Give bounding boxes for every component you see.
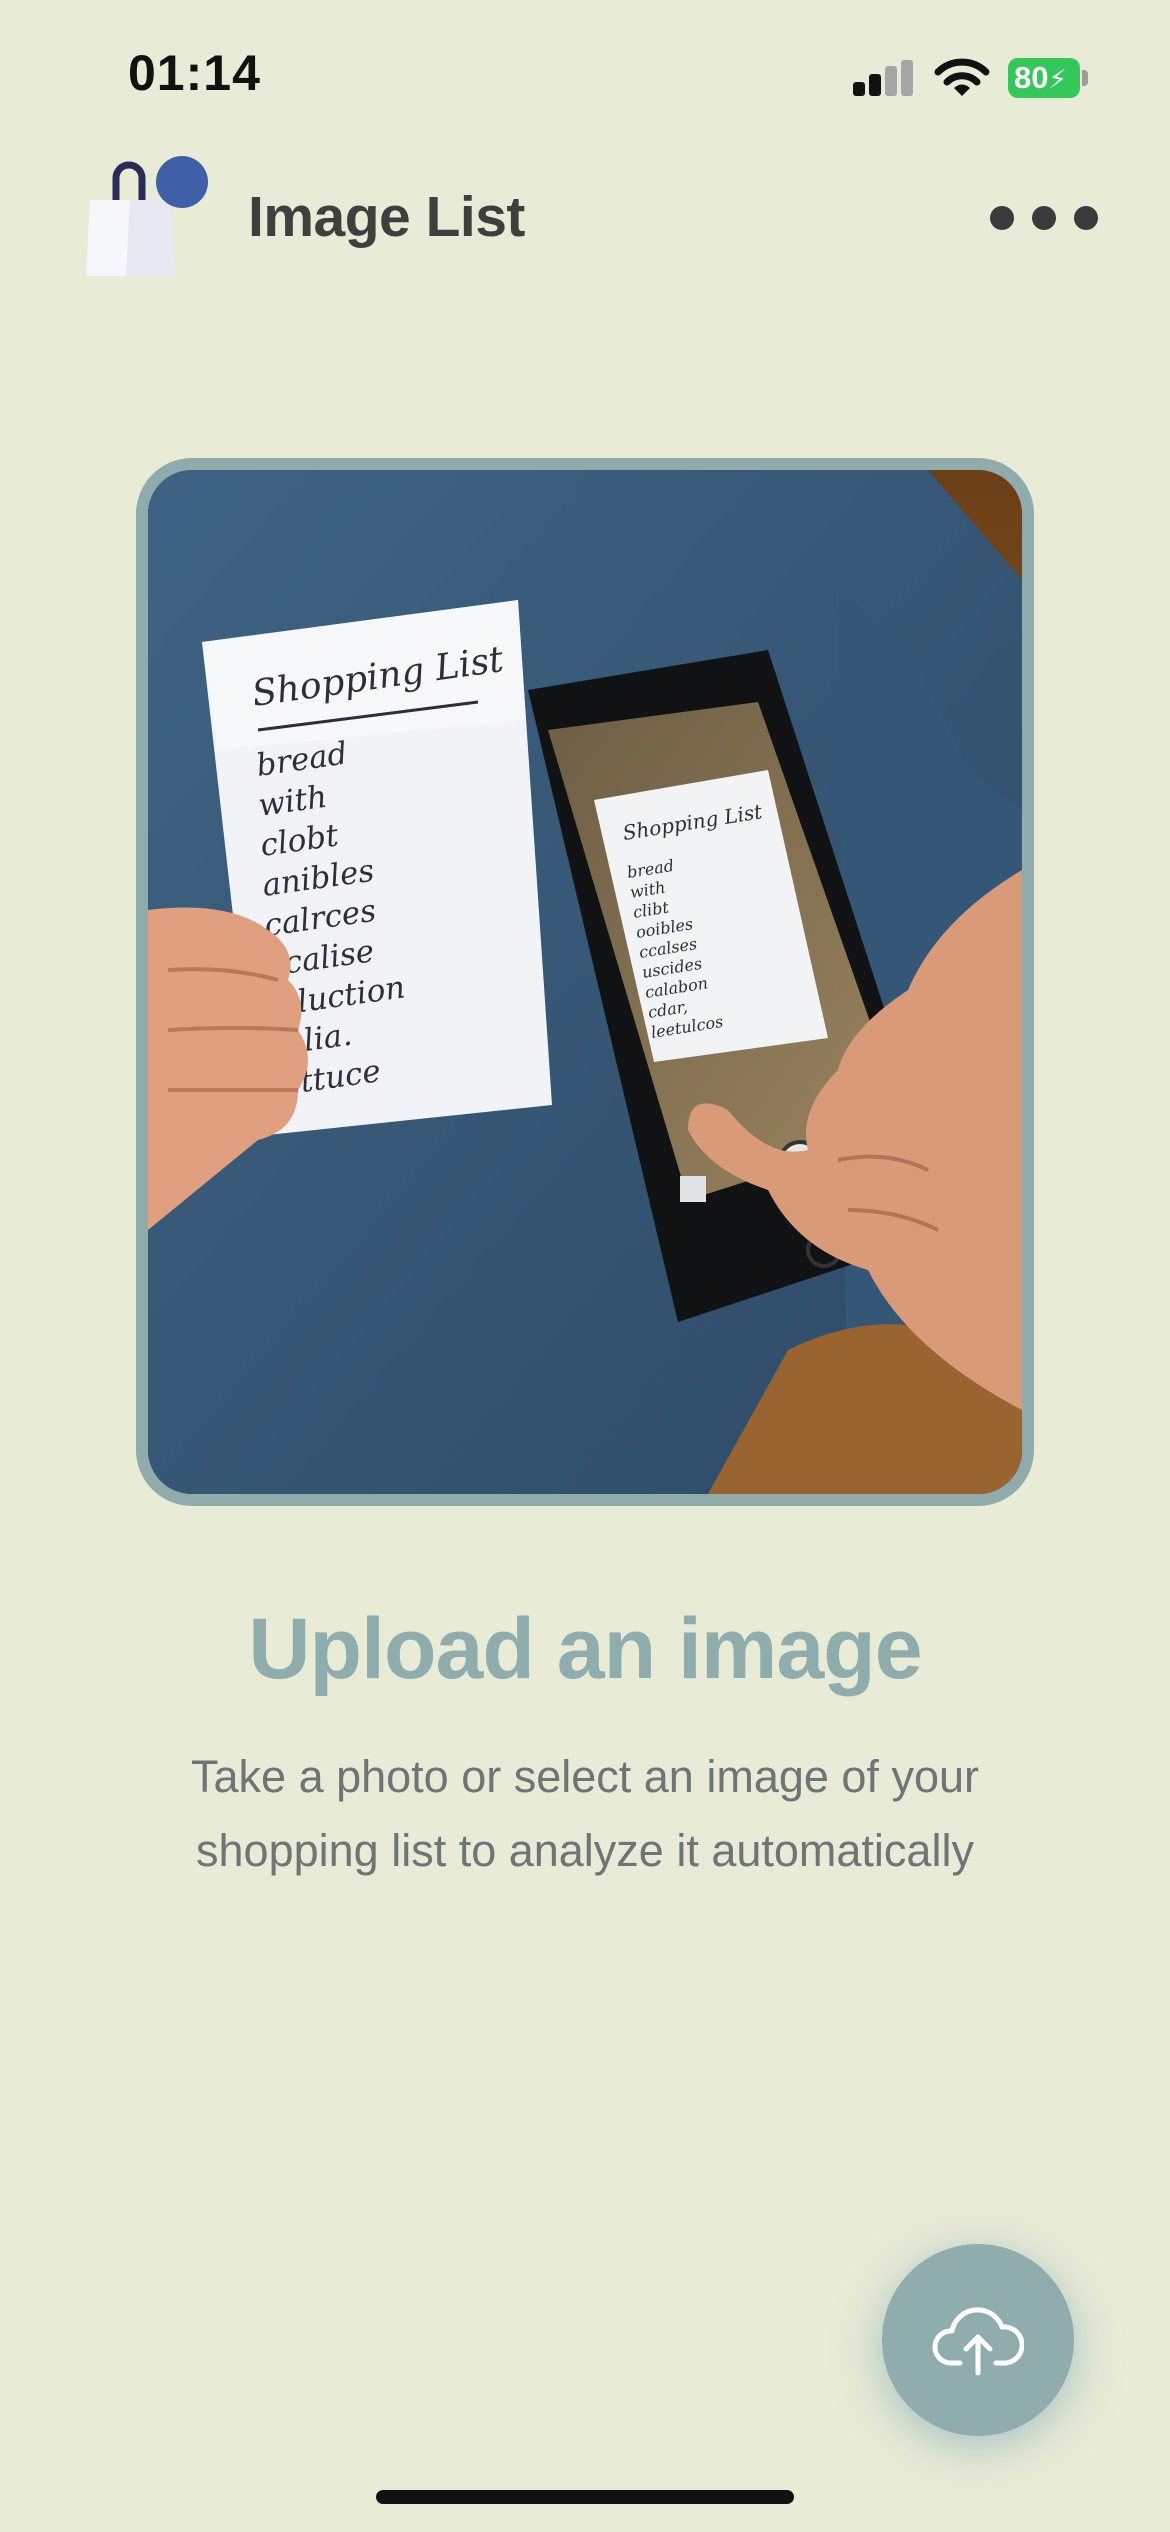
battery-icon: 80⚡ <box>1008 58 1088 98</box>
more-options-button[interactable] <box>990 190 1098 246</box>
upload-description: Take a photo or select an image of your … <box>191 1751 979 1876</box>
cloud-upload-icon <box>932 2307 1024 2376</box>
battery-level: 80⚡ <box>1008 58 1080 98</box>
status-time: 01:14 <box>128 45 261 101</box>
upload-title: Upload an image <box>248 1601 922 1697</box>
app-header: Image List <box>0 150 1170 290</box>
upload-button[interactable] <box>882 2244 1074 2436</box>
more-dots-icon <box>990 206 1014 230</box>
status-bar: 01:14 80⚡ <box>0 0 1170 150</box>
shopping-bag-icon <box>86 152 212 278</box>
hero-image-frame: Shopping List bread with clobt anibles c… <box>136 458 1034 1506</box>
app-title: Image List <box>248 185 525 249</box>
home-indicator <box>376 2490 794 2504</box>
cellular-signal-icon <box>853 60 915 96</box>
wifi-icon <box>934 56 990 100</box>
hero-image: Shopping List bread with clobt anibles c… <box>148 470 1022 1494</box>
